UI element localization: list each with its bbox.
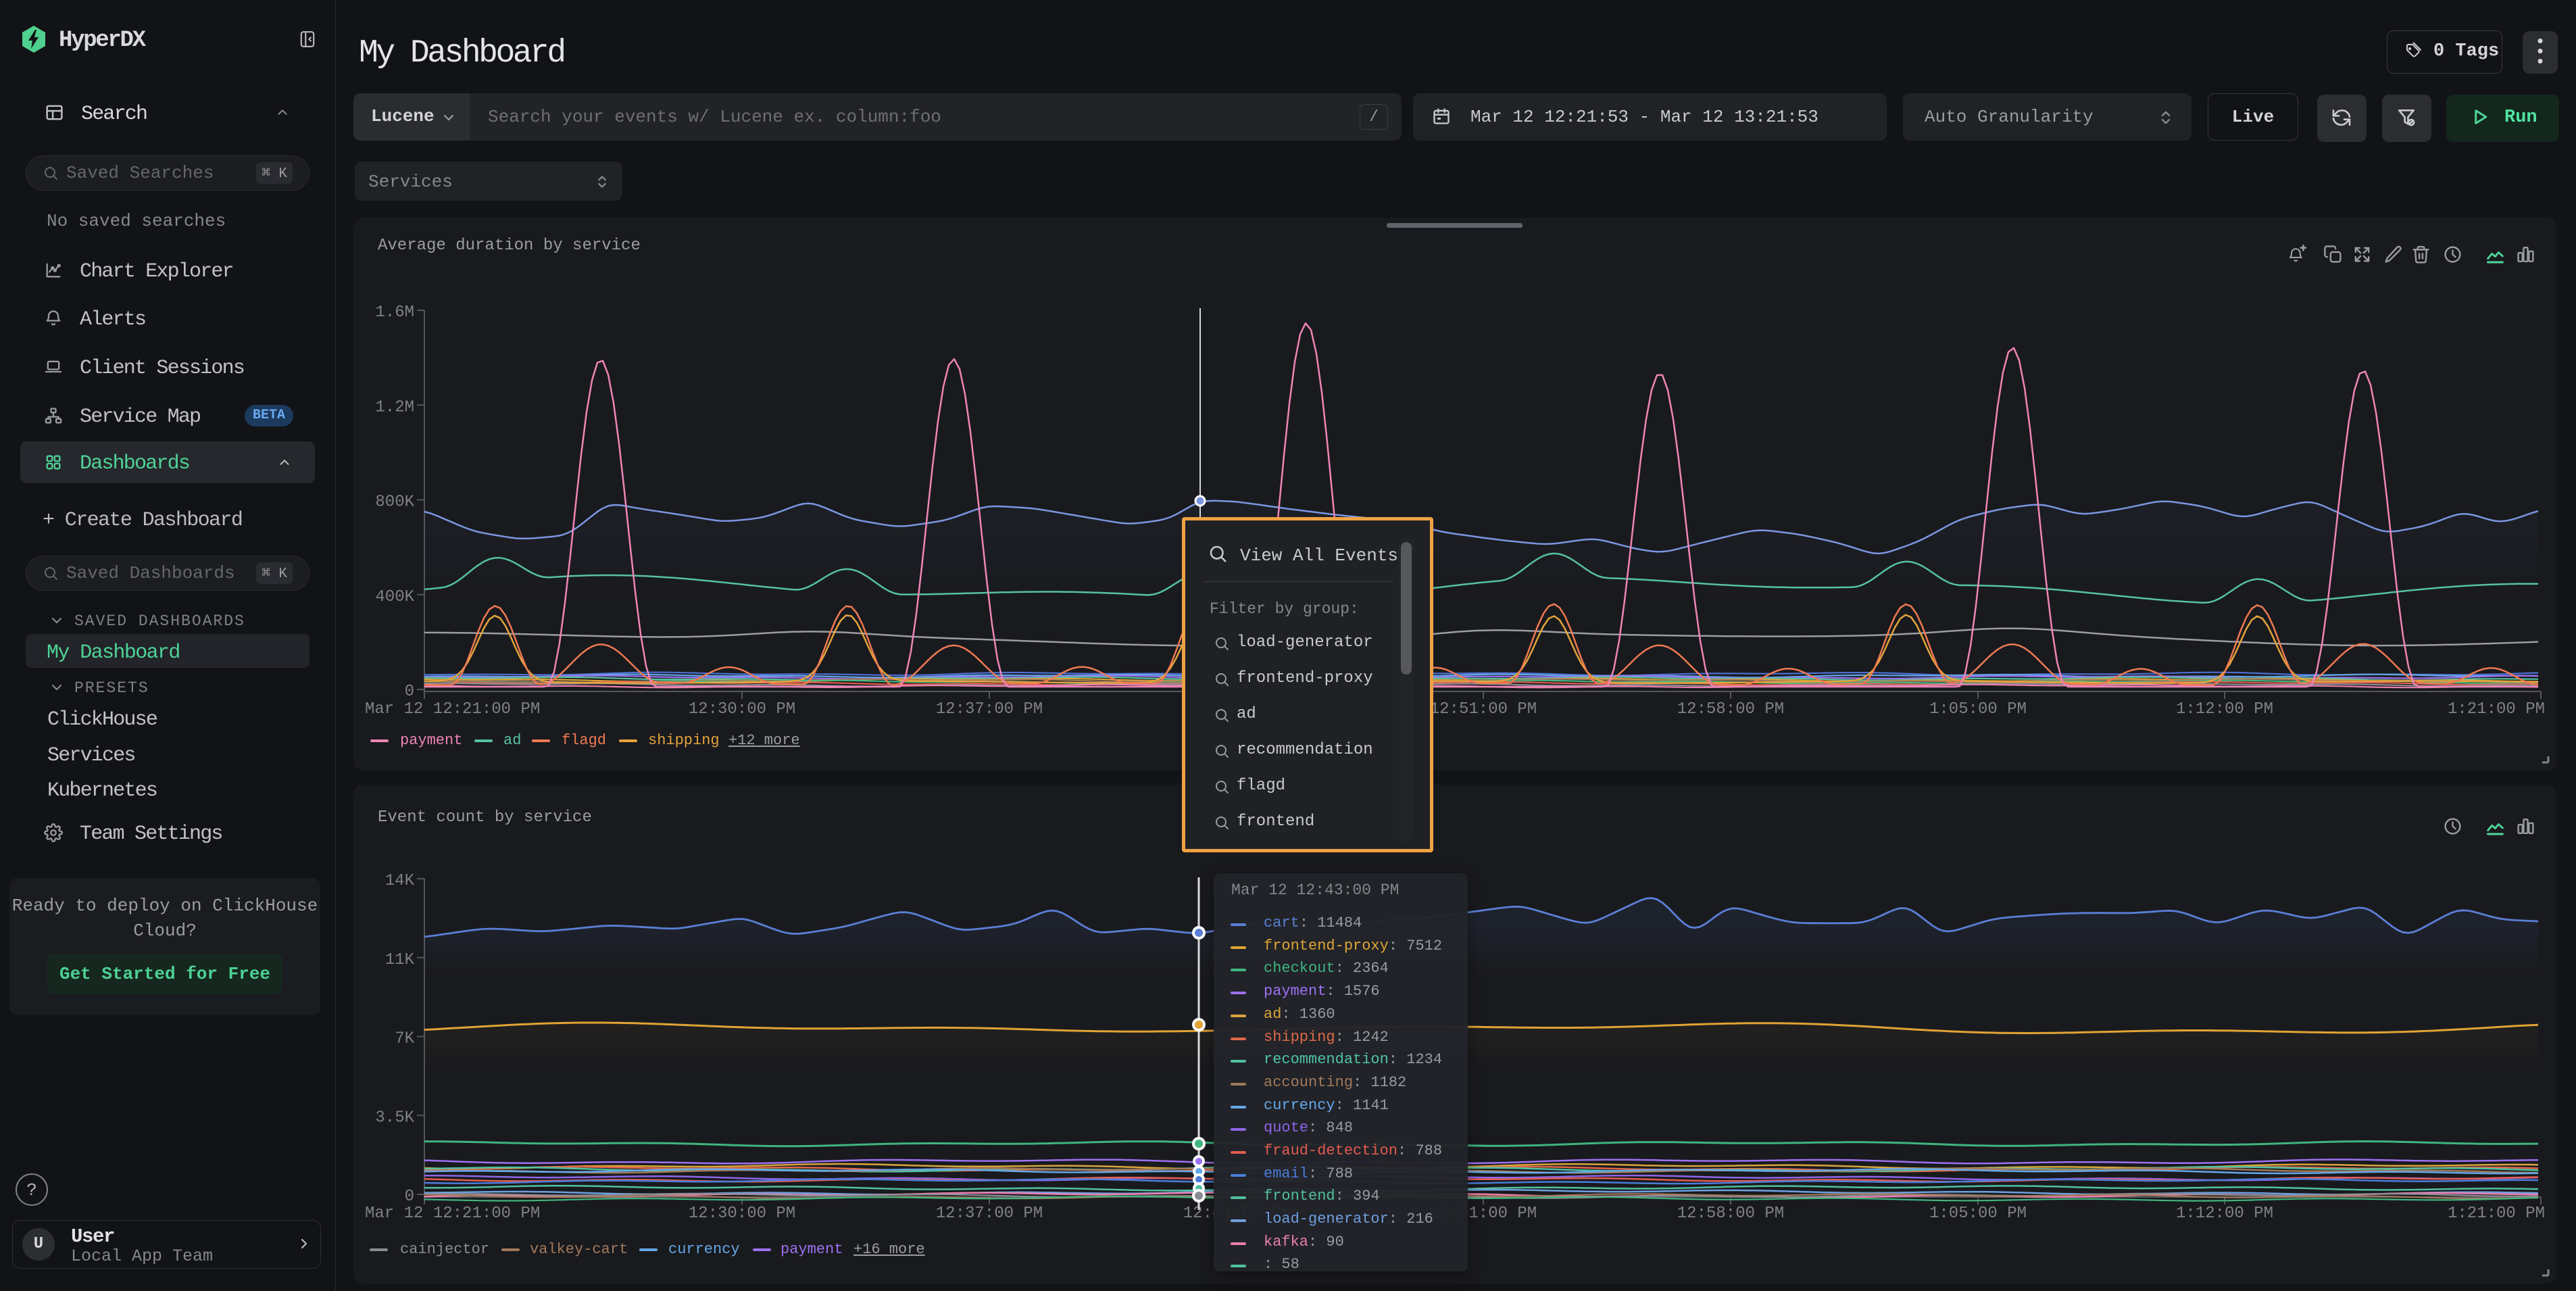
- svg-text:1.6M: 1.6M: [375, 303, 414, 322]
- svg-text:12:51:00 PM: 12:51:00 PM: [1430, 700, 1537, 718]
- svg-text:1:21:00 PM: 1:21:00 PM: [2448, 1204, 2545, 1223]
- svg-text:14K: 14K: [385, 872, 415, 890]
- svg-text:Mar 12 12:21:00 PM: Mar 12 12:21:00 PM: [365, 700, 540, 718]
- svg-text:1:05:00 PM: 1:05:00 PM: [1929, 1204, 2027, 1223]
- svg-text:12:30:00 PM: 12:30:00 PM: [689, 700, 795, 718]
- svg-text:1:05:00 PM: 1:05:00 PM: [1929, 700, 2027, 718]
- svg-text:800K: 800K: [375, 493, 414, 512]
- svg-text:12:58:00 PM: 12:58:00 PM: [1677, 700, 1784, 718]
- svg-text:400K: 400K: [375, 588, 414, 606]
- svg-text:1:12:00 PM: 1:12:00 PM: [2176, 1204, 2273, 1223]
- svg-text:0: 0: [405, 1188, 414, 1206]
- svg-text:1:12:00 PM: 1:12:00 PM: [2176, 700, 2273, 718]
- svg-text:12:37:00 PM: 12:37:00 PM: [936, 1204, 1043, 1223]
- svg-text:0: 0: [405, 683, 414, 701]
- svg-text:3.5K: 3.5K: [375, 1109, 414, 1127]
- svg-text:1.2M: 1.2M: [375, 398, 414, 416]
- svg-text:12:37:00 PM: 12:37:00 PM: [936, 700, 1043, 718]
- svg-text:12:58:00 PM: 12:58:00 PM: [1677, 1204, 1784, 1223]
- svg-text:7K: 7K: [395, 1030, 414, 1048]
- svg-text:1:21:00 PM: 1:21:00 PM: [2448, 700, 2545, 718]
- svg-text:Mar 12 12:21:00 PM: Mar 12 12:21:00 PM: [365, 1204, 540, 1223]
- svg-text:11K: 11K: [385, 951, 415, 969]
- svg-text:12:30:00 PM: 12:30:00 PM: [689, 1204, 795, 1223]
